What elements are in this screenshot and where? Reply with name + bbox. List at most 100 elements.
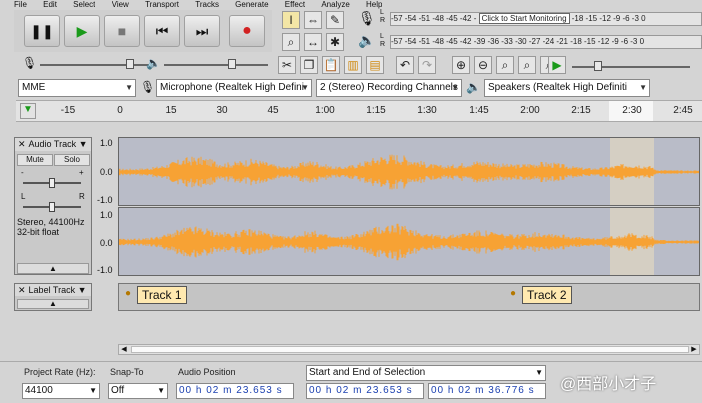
paste-icon: 📋 bbox=[323, 58, 339, 72]
left-channel-label: L bbox=[380, 33, 384, 40]
audio-track-name: Audio Track bbox=[28, 139, 77, 149]
record-meter[interactable]: -57 -54 -51 -48 -45 -42 - Click to Start… bbox=[390, 12, 702, 26]
stop-icon: ■ bbox=[117, 23, 127, 39]
silence-button[interactable]: ▤ bbox=[366, 56, 384, 74]
playback-volume-slider[interactable] bbox=[164, 64, 268, 66]
mute-button[interactable]: Mute bbox=[17, 154, 53, 166]
input-device-select[interactable]: Microphone (Realtek High Defini ▼ bbox=[156, 79, 312, 97]
timeshift-icon: ↔ bbox=[307, 35, 319, 49]
zoom-in-button[interactable]: ⊕ bbox=[452, 56, 470, 74]
label-track-2[interactable]: Track 2 bbox=[522, 286, 572, 304]
track-info: Stereo, 44100Hz 32-bit float bbox=[17, 217, 85, 237]
ruler-tick-label: 15 bbox=[165, 105, 177, 116]
menu-edit[interactable]: Edit bbox=[43, 0, 57, 9]
audio-host-select[interactable]: MME ▼ bbox=[18, 79, 136, 97]
menu-transport[interactable]: Transport bbox=[145, 0, 179, 9]
play-speed-thumb[interactable] bbox=[594, 61, 602, 71]
cut-button[interactable]: ✂ bbox=[278, 56, 296, 74]
chevron-down-icon: ▼ bbox=[301, 83, 309, 92]
zoom-out-button[interactable]: ⊖ bbox=[474, 56, 492, 74]
timeline-ruler[interactable]: ▼ -15 0 15 30 45 1:00 1:15 1:30 1:45 2:00 2:15 2:30… bbox=[16, 100, 702, 122]
label-marker-1[interactable]: ● bbox=[125, 288, 131, 299]
redo-button[interactable]: ↷ bbox=[418, 56, 436, 74]
menu-view[interactable]: View bbox=[112, 0, 129, 9]
label-marker-2[interactable]: ● bbox=[510, 288, 516, 299]
skip-start-icon: ⏮ bbox=[155, 22, 169, 39]
waveform-channel-right[interactable] bbox=[118, 207, 700, 276]
selection-tool-button[interactable]: I bbox=[282, 11, 300, 29]
gain-plus-label: + bbox=[79, 168, 84, 177]
scroll-right-icon[interactable]: ▶ bbox=[689, 345, 699, 354]
snap-to-select[interactable]: Off ▼ bbox=[108, 383, 168, 399]
envelope-tool-button[interactable]: ⇔ bbox=[304, 11, 322, 29]
record-icon: ● bbox=[242, 22, 252, 39]
collapse-label-track-button[interactable]: ▲ bbox=[17, 299, 89, 309]
menu-analyze[interactable]: Analyze bbox=[321, 0, 349, 9]
play-head-icon[interactable]: ▼ bbox=[20, 103, 36, 119]
channels-value: 2 (Stereo) Recording Channels bbox=[320, 82, 458, 93]
start-monitoring-tooltip[interactable]: Click to Start Monitoring bbox=[478, 13, 570, 24]
menu-generate[interactable]: Generate bbox=[235, 0, 268, 9]
scroll-left-icon[interactable]: ◀ bbox=[119, 345, 129, 354]
draw-tool-button[interactable]: ✎ bbox=[326, 11, 344, 29]
audio-track-header[interactable]: ✕ Audio Track ▼ bbox=[15, 138, 91, 151]
trim-button[interactable]: ▥ bbox=[344, 56, 362, 74]
menu-help[interactable]: Help bbox=[366, 0, 382, 9]
mic-icon[interactable]: 🎙 bbox=[358, 10, 376, 27]
record-volume-thumb[interactable] bbox=[126, 59, 134, 69]
fit-project-button[interactable]: ⌕ bbox=[518, 56, 536, 74]
menu-effect[interactable]: Effect bbox=[285, 0, 305, 9]
skip-to-end-button[interactable]: ⏭ bbox=[184, 15, 220, 47]
chevron-down-icon: ▼ bbox=[639, 83, 647, 92]
playback-meter-scale: -57 -54 -51 -48 -45 -42 -39 -36 -33 -30 … bbox=[391, 37, 645, 46]
label-track-header[interactable]: ✕ Label Track ▼ bbox=[15, 284, 91, 296]
paste-button[interactable]: 📋 bbox=[322, 56, 340, 74]
ruler-tick-label: 2:30 bbox=[622, 105, 642, 116]
playback-volume-thumb[interactable] bbox=[228, 59, 236, 69]
output-device-select[interactable]: Speakers (Realtek High Definiti ▼ bbox=[484, 79, 650, 97]
label-track-1[interactable]: Track 1 bbox=[137, 286, 187, 304]
menu-select[interactable]: Select bbox=[73, 0, 95, 9]
playback-meter[interactable]: -57 -54 -51 -48 -45 -42 -39 -36 -33 -30 … bbox=[390, 35, 702, 49]
record-button[interactable]: ● bbox=[229, 15, 265, 47]
play-icon: ▶ bbox=[76, 22, 88, 39]
selection-start-field[interactable]: 00 h 02 m 23.653 s bbox=[306, 383, 424, 399]
collapse-track-button[interactable]: ▲ bbox=[17, 263, 89, 274]
selection-end-field[interactable]: 00 h 02 m 36.776 s bbox=[428, 383, 546, 399]
channels-select[interactable]: 2 (Stereo) Recording Channels ▼ bbox=[316, 79, 462, 97]
undo-button[interactable]: ↶ bbox=[396, 56, 414, 74]
copy-button[interactable]: ❐ bbox=[300, 56, 318, 74]
close-icon[interactable]: ✕ bbox=[18, 139, 26, 149]
play-at-speed-button[interactable]: ▶ bbox=[548, 56, 566, 74]
pause-button[interactable]: ❚❚ bbox=[24, 15, 60, 47]
zoom-tool-button[interactable]: ⌕ bbox=[282, 33, 300, 51]
snap-to-value: Off bbox=[111, 385, 125, 396]
ruler-tick-label: 1:30 bbox=[417, 105, 437, 116]
menu-tracks[interactable]: Tracks bbox=[195, 0, 219, 9]
speaker-icon[interactable]: 🔈 bbox=[358, 32, 375, 49]
fit-selection-button[interactable]: ⌕ bbox=[496, 56, 514, 74]
skip-to-start-button[interactable]: ⏮ bbox=[144, 15, 180, 47]
multi-tool-button[interactable]: ✱ bbox=[326, 33, 344, 51]
audio-position-field[interactable]: 00 h 02 m 23.653 s bbox=[176, 383, 294, 399]
close-icon[interactable]: ✕ bbox=[18, 285, 26, 295]
play-speed-slider[interactable] bbox=[572, 66, 690, 68]
waveform-channel-left[interactable] bbox=[118, 137, 700, 206]
gain-thumb[interactable] bbox=[49, 178, 55, 188]
transport-toolbar: ❚❚ ▶ ■ ⏮ ⏭ ● bbox=[14, 10, 272, 52]
project-rate-value: 44100 bbox=[25, 385, 53, 396]
solo-button[interactable]: Solo bbox=[54, 154, 90, 166]
play-button[interactable]: ▶ bbox=[64, 15, 100, 47]
chevron-down-icon: ▼ bbox=[451, 83, 459, 92]
selection-mode-select[interactable]: Start and End of Selection ▼ bbox=[306, 365, 546, 381]
project-rate-select[interactable]: 44100 ▼ bbox=[22, 383, 100, 399]
timeshift-tool-button[interactable]: ↔ bbox=[304, 33, 322, 51]
pencil-icon: ✎ bbox=[329, 13, 341, 27]
horizontal-scrollbar[interactable]: ◀ ▶ bbox=[118, 344, 700, 355]
scroll-thumb[interactable] bbox=[131, 346, 689, 353]
pan-thumb[interactable] bbox=[49, 202, 55, 212]
menu-file[interactable]: File bbox=[14, 0, 27, 9]
label-track-area[interactable]: ● Track 1 ● Track 2 bbox=[118, 283, 700, 311]
stop-button[interactable]: ■ bbox=[104, 15, 140, 47]
right-channel-label: R bbox=[380, 17, 386, 24]
